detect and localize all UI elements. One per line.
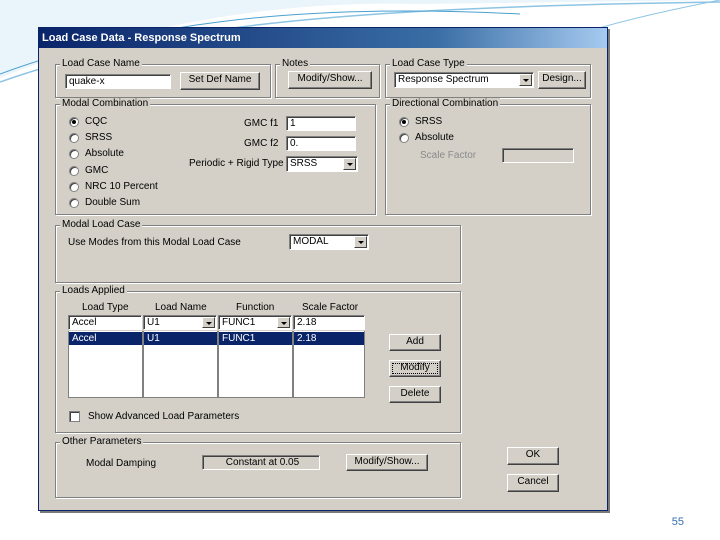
modal-load-case-legend: Modal Load Case [60, 219, 143, 231]
other-parameters-group: Other Parameters Modal Damping Constant … [55, 436, 461, 498]
scale-factor-input[interactable] [502, 148, 574, 163]
table-row-cell-function[interactable]: FUNC1 [219, 332, 292, 345]
modal-load-case-value: MODAL [293, 236, 329, 247]
gmc-f2-label: GMC f2 [244, 138, 279, 149]
notes-legend: Notes [280, 58, 311, 70]
load-case-name-input[interactable]: quake-x [65, 74, 171, 89]
edit-load-type-input[interactable]: Accel [68, 315, 142, 330]
column-header-load-name: Load Name [155, 302, 207, 313]
chevron-down-icon[interactable] [277, 317, 290, 328]
radio-button[interactable] [399, 133, 409, 143]
edit-function-value: FUNC1 [222, 317, 256, 328]
show-advanced-label: Show Advanced Load Parameters [88, 411, 240, 422]
load-case-type-select[interactable]: Response Spectrum [394, 72, 534, 88]
directional-combination-group: Directional Combination SRSS Absolute Sc… [385, 98, 591, 215]
radio-button[interactable] [69, 133, 79, 143]
radio-button[interactable] [69, 149, 79, 159]
edit-load-name-value: U1 [147, 317, 160, 328]
chevron-down-icon[interactable] [343, 158, 356, 170]
radio-button[interactable] [69, 198, 79, 208]
radio-button-selected[interactable] [69, 117, 79, 127]
radio-button-selected[interactable] [399, 117, 409, 127]
edit-scale-factor-input[interactable]: 2.18 [293, 315, 365, 330]
radio-button[interactable] [69, 182, 79, 192]
gmc-f2-input[interactable]: 0. [286, 136, 356, 151]
directional-combination-legend: Directional Combination [390, 98, 501, 110]
ok-button[interactable]: OK [507, 447, 559, 465]
radio-label: GMC [85, 165, 109, 176]
load-case-name-group: Load Case Name quake-x Set Def Name [55, 58, 271, 98]
modal-damping-label: Modal Damping [86, 458, 157, 469]
chevron-down-icon[interactable] [354, 236, 367, 248]
dialog-title: Load Case Data - Response Spectrum [39, 28, 607, 48]
add-load-button[interactable]: Add [389, 334, 441, 351]
column-header-load-type: Load Type [82, 302, 129, 313]
radio-button[interactable] [69, 166, 79, 176]
periodic-rigid-type-value: SRSS [290, 158, 318, 169]
modal-combination-legend: Modal Combination [60, 98, 151, 110]
modal-combination-group: Modal Combination CQC SRSS Absolute GMC … [55, 98, 376, 215]
show-advanced-checkbox[interactable] [69, 411, 80, 422]
loads-applied-group: Loads Applied Load Type Load Name Functi… [55, 285, 461, 433]
periodic-rigid-type-label: Periodic + Rigid Type [189, 158, 284, 169]
damping-modify-show-button[interactable]: Modify/Show... [346, 454, 428, 471]
radio-label: CQC [85, 116, 108, 127]
table-row-cell-load-type[interactable]: Accel [69, 332, 142, 345]
radio-label: NRC 10 Percent [85, 181, 158, 192]
edit-load-name-select[interactable]: U1 [143, 315, 217, 330]
loads-applied-legend: Loads Applied [60, 285, 127, 297]
column-header-function: Function [236, 302, 275, 313]
slide-page-number: 55 [671, 516, 684, 528]
notes-modify-show-button[interactable]: Modify/Show... [288, 71, 372, 89]
load-case-data-dialog: Load Case Data - Response Spectrum Load … [38, 27, 608, 511]
modal-damping-value: Constant at 0.05 [202, 455, 320, 470]
modal-load-case-group: Modal Load Case Use Modes from this Moda… [55, 219, 461, 283]
design-button[interactable]: Design... [538, 71, 586, 89]
gmc-f1-label: GMC f1 [244, 118, 279, 129]
edit-function-select[interactable]: FUNC1 [218, 315, 292, 330]
delete-load-button[interactable]: Delete [389, 386, 441, 403]
load-case-type-value: Response Spectrum [398, 74, 489, 85]
load-case-type-legend: Load Case Type [390, 58, 467, 70]
radio-label: SRSS [85, 132, 113, 143]
gmc-f1-input[interactable]: 1 [286, 116, 356, 131]
set-def-name-button[interactable]: Set Def Name [180, 72, 260, 90]
radio-label: Absolute [415, 132, 454, 143]
use-modes-label: Use Modes from this Modal Load Case [68, 237, 241, 248]
load-case-name-legend: Load Case Name [60, 58, 142, 70]
modal-load-case-select[interactable]: MODAL [289, 234, 369, 250]
column-header-scale-factor: Scale Factor [302, 302, 359, 313]
table-row-cell-scale-factor[interactable]: 2.18 [294, 332, 364, 345]
notes-group: Notes Modify/Show... [275, 58, 380, 98]
chevron-down-icon[interactable] [202, 317, 215, 328]
chevron-down-icon[interactable] [519, 74, 532, 86]
other-parameters-legend: Other Parameters [60, 436, 144, 448]
periodic-rigid-type-select[interactable]: SRSS [286, 156, 358, 172]
radio-label: Absolute [85, 148, 124, 159]
scale-factor-label: Scale Factor [420, 150, 477, 161]
load-case-type-group: Load Case Type Response Spectrum Design.… [385, 58, 591, 98]
table-row-cell-load-name[interactable]: U1 [144, 332, 217, 345]
radio-label: Double Sum [85, 197, 141, 208]
radio-label: SRSS [415, 116, 443, 127]
modify-load-button[interactable]: Modify [389, 360, 441, 377]
cancel-button[interactable]: Cancel [507, 474, 559, 492]
